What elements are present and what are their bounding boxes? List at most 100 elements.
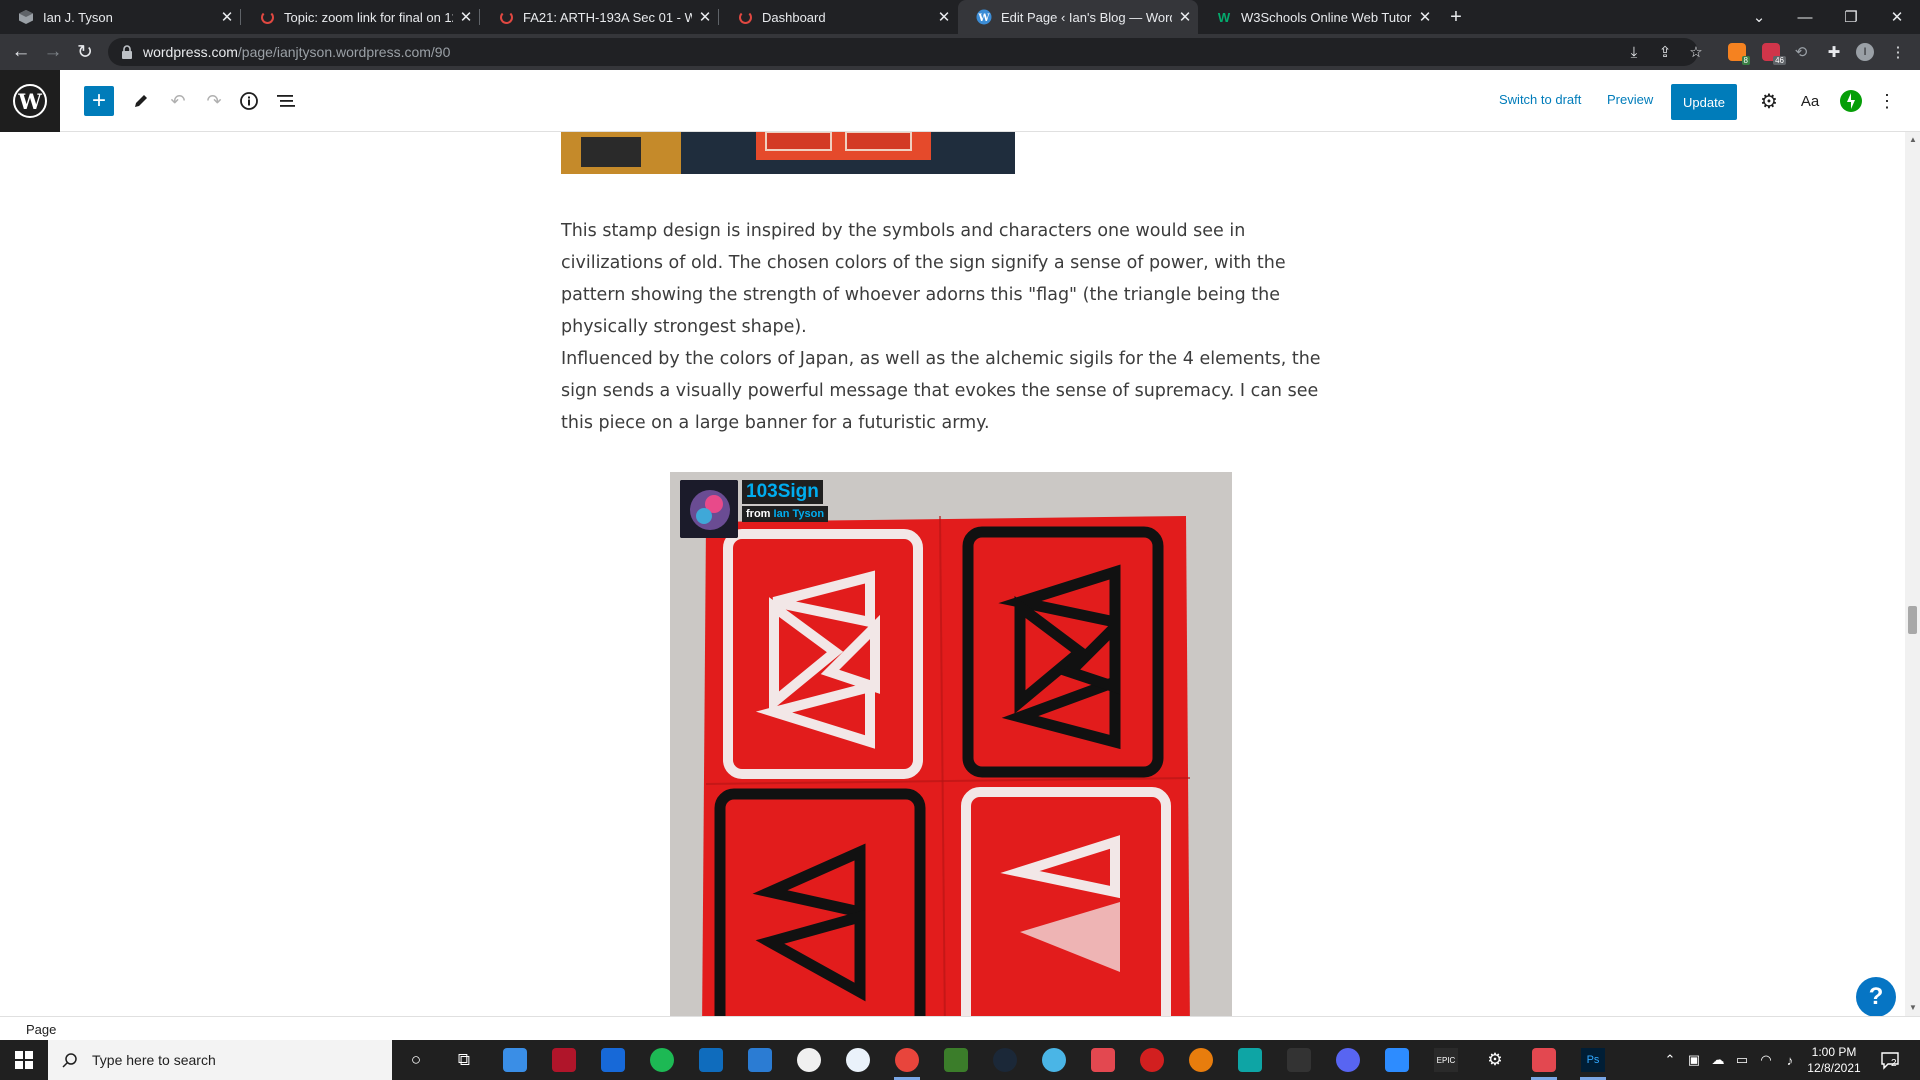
tab-arth-course[interactable]: FA21: ARTH-193A Sec 01 - World ✕ xyxy=(480,0,718,34)
tray-app-icon[interactable]: ▣ xyxy=(1684,1040,1704,1080)
clock-date: 12/8/2021 xyxy=(1807,1061,1861,1075)
tab-title: FA21: ARTH-193A Sec 01 - World xyxy=(523,9,692,25)
unity-icon[interactable] xyxy=(1287,1048,1311,1072)
krita-icon[interactable] xyxy=(1042,1048,1066,1072)
author-avatar[interactable] xyxy=(680,480,738,538)
zoom-icon[interactable] xyxy=(1385,1048,1409,1072)
photoshop-icon[interactable]: Ps xyxy=(1581,1048,1605,1072)
tab-edit-page[interactable]: W Edit Page ‹ Ian's Blog — WordPress ✕ xyxy=(958,0,1198,34)
creative-cloud-2-icon[interactable] xyxy=(1532,1048,1556,1072)
new-tab-icon[interactable]: + xyxy=(1441,0,1471,34)
calculator-icon[interactable] xyxy=(748,1048,772,1072)
box-icon xyxy=(18,9,34,25)
windows-start-icon[interactable] xyxy=(0,1040,48,1080)
address-bar[interactable]: wordpress.com/page/ianjtyson.wordpress.c… xyxy=(108,38,1698,66)
tab-zoom-topic[interactable]: Topic: zoom link for final on 12/9 ✕ xyxy=(241,0,479,34)
embed-title-group: 103Sign from Ian Tyson xyxy=(738,480,829,538)
bookmark-star-icon[interactable]: ☆ xyxy=(1682,38,1710,66)
edit-pencil-icon[interactable] xyxy=(126,86,156,116)
notification-center-icon[interactable]: 2 xyxy=(1880,1050,1900,1070)
chrome-icon[interactable] xyxy=(895,1048,919,1072)
scroll-down-icon[interactable]: ▼ xyxy=(1909,1003,1917,1012)
maya-icon[interactable] xyxy=(1238,1048,1262,1072)
onedrive-icon[interactable]: ☁ xyxy=(1708,1040,1728,1080)
preview-button[interactable]: Preview xyxy=(1607,92,1653,107)
close-tab-icon[interactable]: ✕ xyxy=(453,8,479,26)
creative-cloud-icon[interactable] xyxy=(1091,1048,1115,1072)
minimize-icon[interactable]: — xyxy=(1782,0,1828,34)
blender-icon[interactable] xyxy=(1189,1048,1213,1072)
game-app-icon[interactable] xyxy=(552,1048,576,1072)
tab-ian-tyson[interactable]: Ian J. Tyson ✕ xyxy=(0,0,240,34)
tab-search-chevron-icon[interactable]: ⌄ xyxy=(1736,0,1782,34)
settings-icon[interactable]: ⚙ xyxy=(1483,1048,1507,1072)
close-window-icon[interactable]: ✕ xyxy=(1874,0,1920,34)
forward-arrow-icon[interactable]: → xyxy=(38,34,68,70)
redo-icon[interactable]: ↷ xyxy=(199,86,229,116)
paragraph-block[interactable]: Influenced by the colors of Japan, as we… xyxy=(561,343,1341,439)
embed-title[interactable]: 103Sign xyxy=(742,480,823,504)
reload-icon[interactable]: ↻ xyxy=(70,34,100,70)
notification-count: 2 xyxy=(1891,1058,1897,1069)
steam-icon[interactable] xyxy=(993,1048,1017,1072)
restore-icon[interactable]: ❐ xyxy=(1828,0,1874,34)
app-red-swirl-icon[interactable] xyxy=(1140,1048,1164,1072)
itunes-icon[interactable] xyxy=(797,1048,821,1072)
close-tab-icon[interactable]: ✕ xyxy=(1172,8,1198,26)
scroll-up-icon[interactable]: ▲ xyxy=(1909,135,1917,144)
tab-w3schools[interactable]: W W3Schools Online Web Tutorials ✕ xyxy=(1198,0,1438,34)
close-tab-icon[interactable]: ✕ xyxy=(931,8,957,26)
minecraft-icon[interactable] xyxy=(944,1048,968,1072)
task-view-icon[interactable]: ⧉ xyxy=(452,1048,476,1072)
scroll-thumb[interactable] xyxy=(1908,606,1917,634)
share-icon[interactable]: ⇪ xyxy=(1651,38,1679,66)
editor-canvas: This stamp design is inspired by the sym… xyxy=(0,132,1905,1016)
install-icon[interactable]: ⤓ xyxy=(1620,38,1648,66)
video-embed-block[interactable]: 103Sign from Ian Tyson xyxy=(670,472,1232,1016)
discord-icon[interactable] xyxy=(1336,1048,1360,1072)
close-tab-icon[interactable]: ✕ xyxy=(1412,8,1438,26)
history-icon[interactable]: ⟲ xyxy=(1787,38,1815,66)
previous-image-block[interactable] xyxy=(561,132,1015,174)
settings-gear-icon[interactable]: ⚙ xyxy=(1754,86,1784,116)
back-arrow-icon[interactable]: ← xyxy=(6,34,36,70)
jetpack-icon[interactable] xyxy=(1840,90,1862,112)
breadcrumb-page[interactable]: Page xyxy=(26,1022,56,1037)
tab-title: Ian J. Tyson xyxy=(43,9,113,25)
paragraph-block[interactable]: This stamp design is inspired by the sym… xyxy=(561,215,1341,343)
update-button[interactable]: Update xyxy=(1671,84,1737,120)
details-info-icon[interactable] xyxy=(234,86,264,116)
extensions-puzzle-icon[interactable]: ✚ xyxy=(1820,38,1848,66)
system-clock[interactable]: 1:00 PM 12/8/2021 xyxy=(1786,1044,1882,1076)
microsoft-store-icon[interactable] xyxy=(601,1048,625,1072)
spotify-icon[interactable] xyxy=(650,1048,674,1072)
page-scrollbar[interactable]: ▲ ▼ xyxy=(1905,132,1920,1016)
taskbar-search-box[interactable]: Type here to search xyxy=(48,1040,392,1080)
loading-spinner-icon xyxy=(737,9,753,25)
cortana-icon[interactable]: ○ xyxy=(404,1048,428,1072)
chrome-menu-icon[interactable]: ⋮ xyxy=(1884,38,1912,66)
close-tab-icon[interactable]: ✕ xyxy=(692,8,718,26)
epic-games-icon[interactable]: EPIC xyxy=(1434,1048,1458,1072)
help-button[interactable]: ? xyxy=(1856,977,1896,1017)
mail-icon[interactable] xyxy=(699,1048,723,1072)
add-block-button[interactable]: + xyxy=(84,86,114,116)
extension-red-icon[interactable]: 46 xyxy=(1762,43,1786,65)
typography-label[interactable]: Aa xyxy=(1795,86,1825,116)
list-view-icon[interactable] xyxy=(271,86,301,116)
wifi-icon[interactable]: ◠ xyxy=(1756,1040,1776,1080)
battery-icon[interactable]: ▭ xyxy=(1732,1040,1752,1080)
switch-to-draft-button[interactable]: Switch to draft xyxy=(1499,92,1581,107)
options-menu-icon[interactable]: ⋮ xyxy=(1872,86,1902,116)
file-explorer-icon[interactable] xyxy=(503,1048,527,1072)
extension-orange-icon[interactable]: 8 xyxy=(1728,43,1750,65)
close-tab-icon[interactable]: ✕ xyxy=(214,8,240,26)
tab-dashboard[interactable]: Dashboard ✕ xyxy=(719,0,957,34)
wordpress-logo-icon[interactable]: W xyxy=(0,70,60,132)
wordpress-app-icon[interactable] xyxy=(846,1048,870,1072)
profile-avatar[interactable]: I xyxy=(1856,43,1874,61)
show-hidden-icons-icon[interactable]: ⌃ xyxy=(1660,1040,1680,1080)
undo-icon[interactable]: ↶ xyxy=(163,86,193,116)
url-text: wordpress.com/page/ianjtyson.wordpress.c… xyxy=(143,44,450,60)
embed-author-link[interactable]: Ian Tyson xyxy=(774,508,825,520)
